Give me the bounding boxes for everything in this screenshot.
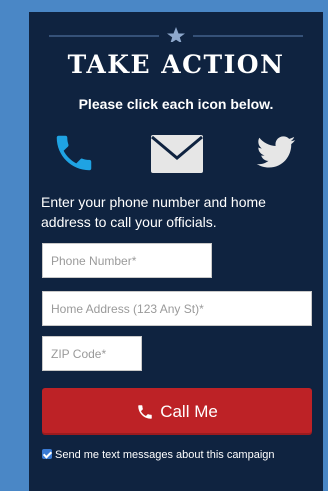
sms-optin[interactable]: Send me text messages about this campaig… <box>42 449 312 461</box>
home-address-input[interactable] <box>42 291 312 326</box>
twitter-icon[interactable] <box>253 132 299 179</box>
star-icon <box>167 27 185 42</box>
action-icons <box>29 130 323 180</box>
call-me-label: Call Me <box>160 401 218 421</box>
instructions-text: Enter your phone number and home address… <box>41 194 266 230</box>
sms-optin-label: Send me text messages about this campaig… <box>55 449 275 461</box>
panel-subtitle: Please click each icon below. <box>78 96 274 112</box>
envelope-icon[interactable] <box>150 134 204 179</box>
take-action-panel: TAKE ACTION Please click each icon below… <box>29 12 323 491</box>
call-me-button[interactable]: Call Me <box>42 388 312 435</box>
sms-optin-checkbox[interactable] <box>42 449 52 459</box>
phone-icon <box>138 404 152 419</box>
panel-title: TAKE ACTION <box>67 50 285 79</box>
phone-icon[interactable] <box>51 130 97 181</box>
phone-number-input[interactable] <box>42 243 212 278</box>
zip-code-input[interactable] <box>42 336 142 371</box>
star-divider <box>49 27 303 42</box>
